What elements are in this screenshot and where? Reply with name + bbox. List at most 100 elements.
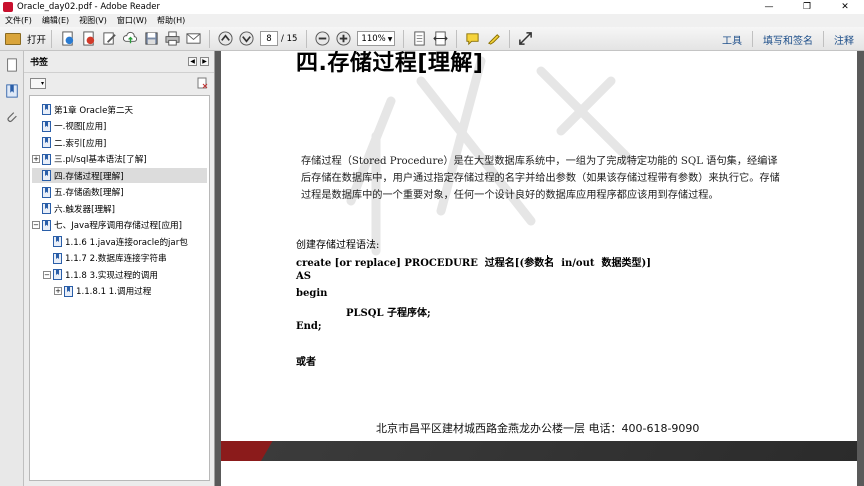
bookmark-item[interactable]: 第1章 Oracle第二天 [32, 102, 207, 117]
paragraph-intro: 存储过程（Stored Procedure）是在大型数据库系统中，一组为了完成特… [301, 156, 780, 201]
bookmark-item[interactable]: + 三.pl/sql基本语法[了解] [32, 152, 207, 167]
expand-icon[interactable] [517, 30, 535, 48]
tools-link[interactable]: 工具 [712, 32, 752, 47]
menu-view[interactable]: 视图(V) [74, 15, 112, 26]
page-number-input[interactable]: 8 [260, 31, 279, 46]
page-footer: 北京市昌平区建材城西路金燕龙办公楼一层 电话：400-618-9090 [376, 422, 700, 435]
edit-pdf-icon[interactable] [101, 30, 119, 48]
minimize-button[interactable]: — [750, 0, 788, 14]
open-button[interactable]: 打开 [5, 29, 46, 49]
code-line-2: AS [296, 271, 311, 282]
cloud-upload-icon[interactable] [122, 30, 140, 48]
menu-window[interactable]: 窗口(W) [112, 15, 152, 26]
bookmark-label: 一.视图[应用] [54, 122, 107, 132]
bookmarks-tree: 第1章 Oracle第二天 一.视图[应用] 二.索引[应用] + 三.pl/sql基本… [29, 95, 210, 481]
print-icon[interactable] [164, 30, 182, 48]
chevron-down-icon: ▼ [387, 36, 393, 43]
menu-file[interactable]: 文件(F) [0, 15, 37, 26]
toolbar-separator [456, 29, 458, 48]
adobe-reader-icon [3, 2, 13, 12]
bookmarks-header: 书签 ◀ ▶ [24, 51, 214, 73]
footer-band [221, 441, 857, 461]
create-pdf-icon[interactable] [59, 30, 77, 48]
attachments-icon[interactable] [4, 109, 19, 124]
page-thumbnails-icon[interactable] [4, 57, 19, 72]
window-controls: — ❐ ✕ [750, 0, 864, 14]
delete-bookmark-icon[interactable] [196, 77, 208, 89]
zoom-select[interactable]: 110% ▼ [357, 31, 396, 46]
bookmark-label: 七、Java程序调用存储过程[应用] [54, 221, 182, 231]
bookmark-item[interactable]: 四.存储过程[理解] [32, 168, 207, 183]
comment-icon[interactable] [464, 30, 482, 48]
bookmark-item[interactable]: 1.1.6 1.java连接oracle的jar包 [43, 234, 207, 249]
bookmark-item[interactable]: 六.触发器[理解] [32, 201, 207, 216]
export-pdf-icon[interactable] [80, 30, 98, 48]
bookmark-icon [42, 104, 51, 115]
collapse-icon[interactable]: − [32, 221, 40, 229]
zoom-out-icon[interactable] [314, 30, 332, 48]
toolbar-right-links: 工具 填写和签名 注释 [712, 27, 864, 51]
bookmark-icon [53, 269, 62, 280]
previous-page-icon[interactable] [217, 30, 235, 48]
bookmark-icon [42, 137, 51, 148]
bookmark-item[interactable]: 五.存储函数[理解] [32, 185, 207, 200]
text-cursor [547, 255, 548, 266]
fill-sign-link[interactable]: 填写和签名 [753, 32, 823, 47]
bookmark-icon [42, 203, 51, 214]
bookmark-item[interactable]: +1.1.8.1 1.调用过程 [54, 284, 207, 299]
footer-band-dark [261, 441, 857, 461]
restore-button[interactable]: ❐ [788, 0, 826, 14]
collapse-panel-icon[interactable]: ◀ [188, 57, 197, 66]
page-heading: 四.存储过程[理解] [296, 51, 484, 76]
close-button[interactable]: ✕ [826, 0, 864, 14]
expand-panel-icon[interactable]: ▶ [200, 57, 209, 66]
title-bar: Oracle_day02.pdf - Adobe Reader — ❐ ✕ [0, 0, 864, 14]
toolbar-separator [509, 29, 511, 48]
next-page-icon[interactable] [238, 30, 256, 48]
bookmark-label: 1.1.8.1 1.调用过程 [76, 287, 152, 297]
bookmark-icon [42, 120, 51, 132]
syntax-label: 创建存储过程语法: [296, 240, 380, 251]
bookmark-label: 二.索引[应用] [54, 138, 107, 149]
options-menu-icon[interactable]: ▾ [30, 77, 46, 89]
or-label: 或者 [296, 357, 316, 368]
open-label: 打开 [27, 34, 47, 46]
menu-help[interactable]: 帮助(H) [152, 15, 190, 26]
bookmark-label: 第1章 Oracle第二天 [54, 105, 134, 116]
bookmark-icon [42, 186, 51, 198]
toolbar-separator [209, 29, 211, 48]
fit-width-icon[interactable] [432, 30, 450, 48]
fit-page-icon[interactable] [411, 30, 429, 48]
comment-link[interactable]: 注释 [824, 32, 864, 47]
highlight-icon[interactable] [485, 30, 503, 48]
bookmark-label: 六.触发器[理解] [54, 204, 115, 215]
menu-bar: 文件(F) 编辑(E) 视图(V) 窗口(W) 帮助(H) [0, 14, 864, 27]
toolbar-separator [51, 29, 53, 48]
bookmark-icon [42, 170, 51, 181]
email-icon[interactable] [185, 30, 203, 48]
bookmarks-panel: 书签 ◀ ▶ ▾ 第1章 Oracle第二天 一.视图[应用] 二.索引[应用] + 三… [24, 51, 215, 486]
code-line-1: create [or replace] PROCEDURE 过程名[(参数名 i… [296, 258, 651, 269]
expand-icon[interactable]: + [32, 155, 40, 163]
bookmark-label: 三.pl/sql基本语法[了解] [54, 155, 147, 165]
bookmark-item[interactable]: − 1.1.8 3.实现过程的调用 [43, 267, 207, 282]
bookmark-icon [53, 252, 62, 264]
toolbar: 打开 8 / 15 110% ▼ 工具 填写和签名 注释 [0, 27, 864, 51]
navigation-pane [0, 51, 24, 486]
bookmark-label: 1.1.7 2.数据库连接字符串 [65, 254, 167, 264]
bookmarks-icon[interactable] [4, 83, 19, 98]
bookmark-item[interactable]: − 七、Java程序调用存储过程[应用] [32, 218, 207, 233]
code-line-5: End; [296, 321, 322, 332]
bookmark-item[interactable]: 一.视图[应用] [32, 119, 207, 134]
save-icon[interactable] [143, 30, 161, 48]
bookmark-item[interactable]: 1.1.7 2.数据库连接字符串 [43, 251, 207, 266]
expand-icon[interactable]: + [54, 287, 62, 295]
zoom-in-icon[interactable] [335, 30, 353, 48]
collapse-icon[interactable]: − [43, 270, 51, 279]
pdf-page: 四.存储过程[理解] 存储过程（Stored Procedure）是在大型数据库… [221, 51, 857, 486]
bookmark-label: 1.1.6 1.java连接oracle的jar包 [65, 237, 188, 248]
bookmark-icon [64, 285, 73, 297]
menu-edit[interactable]: 编辑(E) [37, 15, 74, 26]
bookmark-item[interactable]: 二.索引[应用] [32, 135, 207, 150]
page-total: / 15 [281, 33, 298, 44]
